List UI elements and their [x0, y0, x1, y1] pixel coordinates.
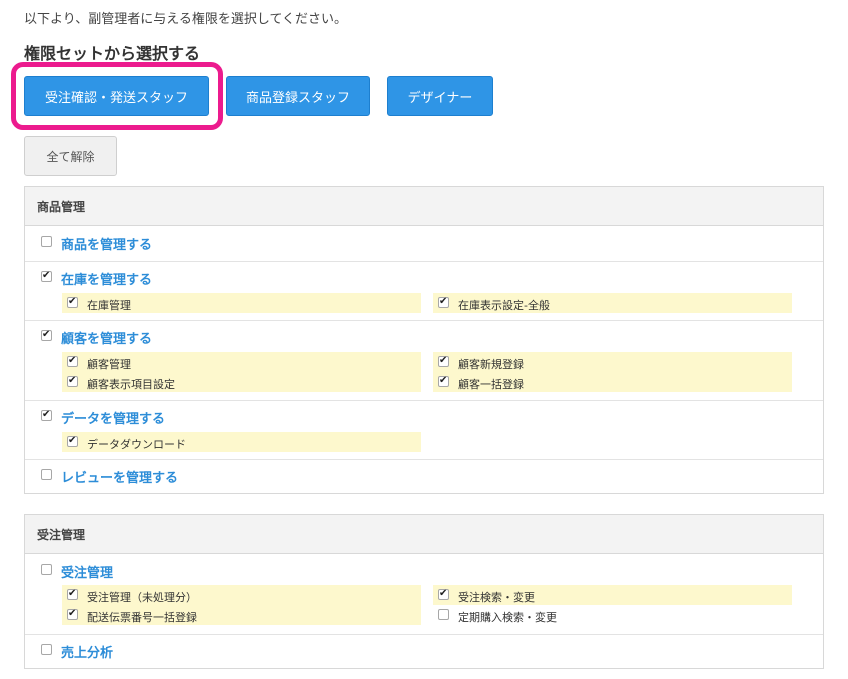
panel-title: 受注管理 [25, 515, 823, 554]
panel-order-management: 受注管理 受注管理 受注管理（未処理分） 受注検索・変更 配送伝票番号一括登録 … [24, 514, 824, 669]
checkbox[interactable] [438, 589, 449, 600]
checkbox[interactable] [41, 469, 52, 480]
sub-permission-item: 在庫管理 [62, 293, 421, 313]
sub-permission-item: 在庫表示設定-全般 [433, 293, 792, 313]
group-label[interactable]: 顧客を管理する [61, 328, 152, 347]
sub-permission-item: 顧客新規登録 [433, 352, 792, 372]
checkbox[interactable] [67, 356, 78, 367]
section-title: 権限セットから選択する [24, 44, 201, 63]
permission-group-reviews: レビューを管理する [25, 459, 823, 493]
permission-group-inventory: 在庫を管理する 在庫管理 在庫表示設定-全般 [25, 261, 823, 321]
checkbox[interactable] [41, 410, 52, 421]
group-label[interactable]: レビューを管理する [61, 467, 178, 486]
clear-all-button[interactable]: 全て解除 [24, 136, 117, 176]
preset-button-order-shipping[interactable]: 受注確認・発送スタッフ [24, 76, 209, 116]
checkbox[interactable] [41, 564, 52, 575]
sub-permission-item: 定期購入検索・変更 [433, 605, 792, 625]
checkbox[interactable] [67, 436, 78, 447]
sub-permission-label: 顧客一括登録 [458, 378, 524, 391]
sub-permission-item: 受注管理（未処理分） [62, 585, 421, 605]
sub-permission-item: 顧客管理 [62, 352, 421, 372]
permission-group-orders: 受注管理 受注管理（未処理分） 受注検索・変更 配送伝票番号一括登録 定期購入検… [25, 554, 823, 635]
sub-permission-label: 受注検索・変更 [458, 591, 535, 604]
group-label[interactable]: 在庫を管理する [61, 269, 152, 288]
checkbox[interactable] [41, 271, 52, 282]
sub-permission-item: 顧客表示項目設定 [62, 372, 421, 392]
sub-permission-item: データダウンロード [62, 432, 421, 452]
checkbox[interactable] [41, 644, 52, 655]
sub-permission-label: 顧客管理 [87, 358, 131, 371]
sub-permission-label: 配送伝票番号一括登録 [87, 611, 197, 624]
sub-permission-label: 顧客表示項目設定 [87, 378, 175, 391]
sub-permission-label: 定期購入検索・変更 [458, 611, 557, 624]
preset-button-designer[interactable]: デザイナー [387, 76, 493, 116]
checkbox[interactable] [41, 330, 52, 341]
checkbox[interactable] [438, 297, 449, 308]
group-label[interactable]: 受注管理 [61, 562, 113, 581]
panel-product-management: 商品管理 商品を管理する 在庫を管理する 在庫管理 在庫表示設定-全般 顧客を管… [24, 186, 824, 494]
sub-permission-label: 受注管理（未処理分） [87, 591, 197, 604]
group-label[interactable]: 売上分析 [61, 642, 113, 661]
sub-permission-label: 在庫表示設定-全般 [458, 299, 550, 312]
checkbox[interactable] [41, 236, 52, 247]
sub-permission-item: 顧客一括登録 [433, 372, 792, 392]
checkbox[interactable] [438, 609, 449, 620]
permission-group-sales-analysis: 売上分析 [25, 634, 823, 668]
group-label[interactable]: 商品を管理する [61, 234, 152, 253]
sub-permission-item: 受注検索・変更 [433, 585, 792, 605]
sub-permission-label: 顧客新規登録 [458, 358, 524, 371]
sub-permission-label: 在庫管理 [87, 299, 131, 312]
checkbox[interactable] [438, 376, 449, 387]
checkbox[interactable] [67, 376, 78, 387]
checkbox[interactable] [67, 297, 78, 308]
panel-title: 商品管理 [25, 187, 823, 226]
sub-permission-item: 配送伝票番号一括登録 [62, 605, 421, 625]
permission-group-products: 商品を管理する [25, 226, 823, 262]
checkbox[interactable] [67, 589, 78, 600]
checkbox[interactable] [438, 356, 449, 367]
preset-button-product-staff[interactable]: 商品登録スタッフ [226, 76, 370, 116]
permission-group-data: データを管理する データダウンロード [25, 400, 823, 460]
permission-group-customers: 顧客を管理する 顧客管理 顧客新規登録 顧客表示項目設定 顧客一括登録 [25, 320, 823, 401]
intro-text: 以下より、副管理者に与える権限を選択してください。 [24, 12, 348, 27]
sub-permission-label: データダウンロード [87, 438, 186, 451]
checkbox[interactable] [67, 609, 78, 620]
group-label[interactable]: データを管理する [61, 408, 165, 427]
